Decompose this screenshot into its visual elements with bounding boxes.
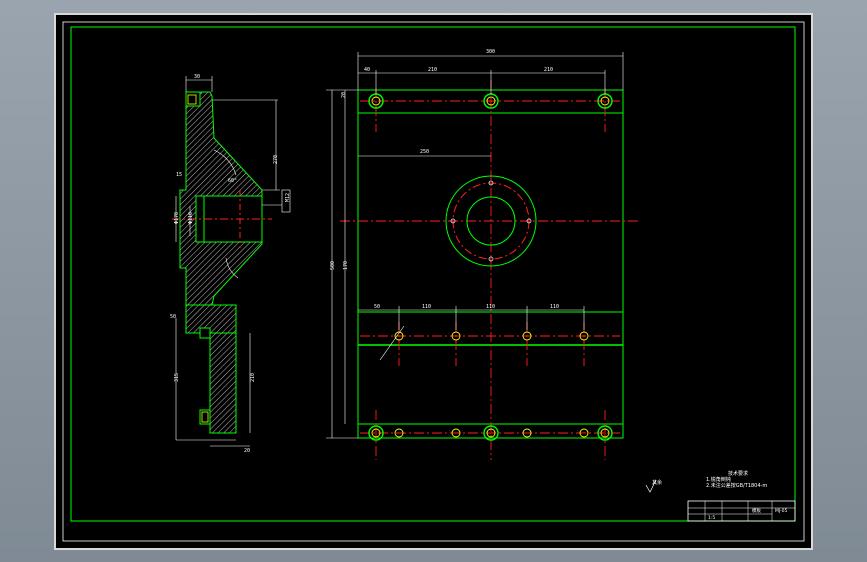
dim-lower-inner: 210 (250, 373, 256, 382)
dim-row-left: 50 (374, 304, 380, 310)
lower-block-section (185, 304, 237, 334)
title-part-name: 模板 (752, 507, 761, 514)
dim-angle: 60° (228, 178, 237, 184)
dim-hole: M12 (285, 193, 291, 202)
sheet-background (54, 13, 813, 550)
lower-column-section (209, 332, 237, 434)
dim-height-inner: 170 (343, 261, 349, 270)
dim-center-offset: 250 (420, 149, 429, 155)
dim-pitch-1: 110 (422, 304, 431, 310)
dim-flange: 50 (170, 314, 176, 320)
cad-viewport: 30 270 Φ110 Φ170 15 50 315 210 20 60° M1… (0, 0, 867, 562)
dim-pitch-2: 110 (486, 304, 495, 310)
dim-top-width: 30 (194, 74, 200, 80)
dim-bore-small: Φ110 (188, 212, 194, 224)
dim-base: 20 (244, 448, 250, 454)
lower-slot (199, 327, 211, 339)
notes-title: 技术要求 (728, 470, 748, 477)
roughness-note: 其余 (652, 479, 662, 486)
title-drawing-no: MJ-05 (775, 508, 788, 514)
dim-top-margin: 20 (341, 92, 347, 98)
dim-overall-height: 500 (330, 261, 336, 270)
dim-overall-width: 300 (486, 49, 495, 55)
notes-line-1: 1.锐角倒钝 (706, 476, 731, 483)
dim-pitch-3: 110 (550, 304, 559, 310)
dim-lower-height: 315 (174, 373, 180, 382)
dim-span-2: 210 (544, 67, 553, 73)
notes-line-2: 2.未注公差按GB/T1804-m (706, 482, 767, 489)
dim-height-top: 270 (273, 155, 279, 164)
cad-drawing: 30 270 Φ110 Φ170 15 50 315 210 20 60° M1… (54, 13, 813, 550)
dim-offset-left: 40 (364, 67, 370, 73)
dim-span-1: 210 (428, 67, 437, 73)
dim-gap: 15 (176, 172, 182, 178)
title-scale: 1:5 (708, 515, 715, 521)
dim-bore-large: Φ170 (174, 212, 180, 224)
